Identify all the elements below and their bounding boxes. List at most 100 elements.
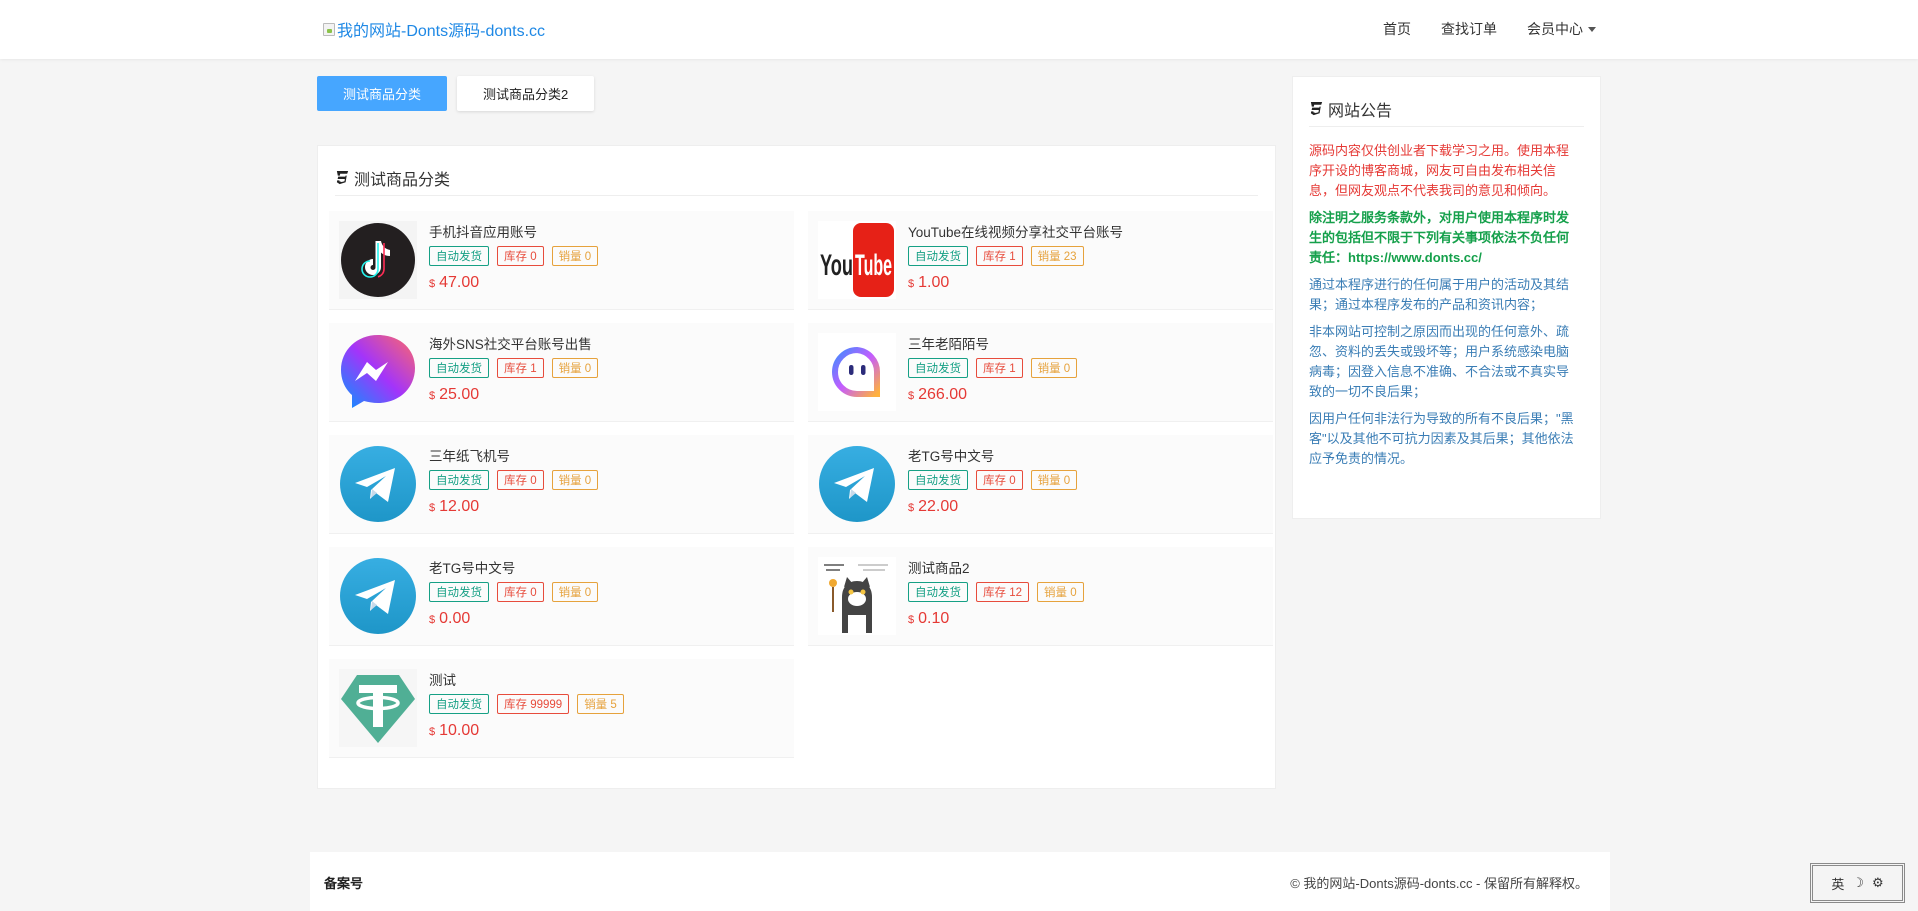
- currency-symbol: $: [429, 390, 436, 402]
- product-card[interactable]: 三年老陌陌号 自动发货 库存 1 销量 0 $266.00: [808, 323, 1273, 422]
- sales-badge: 销量 0: [1037, 582, 1084, 602]
- product-price: $1.00: [908, 274, 1123, 292]
- stock-badge: 库存 0: [497, 246, 544, 266]
- product-price: $266.00: [908, 386, 1077, 404]
- copyright-text: © 我的网站-Donts源码-donts.cc - 保留所有解释权。: [1290, 876, 1588, 891]
- broken-logo-image-icon: [323, 22, 335, 36]
- product-card[interactable]: 三年纸飞机号 自动发货 库存 0 销量 0 $12.00: [329, 435, 794, 534]
- icp-record-link[interactable]: 备案号: [324, 873, 363, 892]
- settings-icon[interactable]: ⚙: [1872, 875, 1884, 891]
- momo-icon: [818, 333, 896, 411]
- product-badges: 自动发货 库存 0 销量 0: [908, 470, 1078, 490]
- svg-text:You: You: [820, 249, 853, 282]
- telegram-icon: [340, 446, 416, 522]
- price-value: 25.00: [439, 386, 480, 403]
- product-card[interactable]: 老TG号中文号 自动发货 库存 0 销量 0 $0.00: [329, 547, 794, 646]
- language-toolbar[interactable]: 英 ☽ ⚙: [1810, 863, 1905, 903]
- notice-paragraph: 因用户任何非法行为导致的所有不良后果；"黑客"以及其他不可抗力因素及其后果；其他…: [1309, 411, 1574, 466]
- product-info: 手机抖音应用账号 自动发货 库存 0 销量 0 $47.00: [429, 224, 599, 309]
- auto-delivery-badge: 自动发货: [908, 246, 968, 266]
- product-card[interactable]: You Tube YouTube在线视频分享社交平台账号 自动发货 库存 1 销…: [808, 211, 1273, 310]
- caret-down-icon: [1588, 26, 1596, 32]
- product-badges: 自动发货 库存 0 销量 0: [429, 582, 599, 602]
- price-value: 0.10: [918, 610, 950, 627]
- nav-find-order[interactable]: 查找订单: [1441, 19, 1497, 39]
- product-name: 老TG号中文号: [429, 561, 516, 576]
- product-price: $0.10: [908, 610, 1084, 628]
- css3-icon: [1310, 101, 1323, 116]
- site-brand-link[interactable]: 我的网站-Donts源码-donts.cc: [323, 17, 545, 41]
- product-price: $25.00: [429, 386, 598, 404]
- stock-badge: 库存 0: [976, 470, 1023, 490]
- panel-header: 测试商品分类: [335, 160, 1258, 196]
- top-navbar: 我的网站-Donts源码-donts.cc 首页 查找订单 会员中心: [0, 0, 1918, 59]
- auto-delivery-badge: 自动发货: [908, 358, 968, 378]
- product-card[interactable]: 手机抖音应用账号 自动发货 库存 0 销量 0 $47.00: [329, 211, 794, 310]
- currency-symbol: $: [908, 502, 915, 514]
- product-price: $0.00: [429, 610, 598, 628]
- product-name: 测试商品2: [908, 561, 970, 576]
- price-value: 0.00: [439, 610, 471, 627]
- stock-badge: 库存 0: [497, 582, 544, 602]
- sales-badge: 销量 0: [551, 358, 599, 378]
- telegram-icon: [340, 558, 416, 634]
- auto-delivery-badge: 自动发货: [429, 246, 489, 266]
- auto-delivery-badge: 自动发货: [429, 582, 489, 602]
- notice-paragraph: 通过本程序进行的任何属于用户的活动及其结果；通过本程序发布的产品和资讯内容；: [1309, 277, 1570, 312]
- notice-paragraph: 源码内容仅供创业者下载学习之用。使用本程序开设的博客商城，网友可自由发布相关信息…: [1309, 143, 1570, 198]
- product-badges: 自动发货 库存 0 销量 0: [429, 246, 599, 266]
- product-badges: 自动发货 库存 12 销量 0: [908, 582, 1084, 602]
- product-info: 老TG号中文号 自动发货 库存 0 销量 0 $0.00: [429, 560, 599, 645]
- svg-text:Tube: Tube: [855, 249, 892, 282]
- product-info: 测试 自动发货 库存 99999 销量 5 $10.00: [429, 672, 624, 757]
- product-name: 海外SNS社交平台账号出售: [429, 337, 592, 352]
- product-card[interactable]: 老TG号中文号 自动发货 库存 0 销量 0 $22.00: [808, 435, 1273, 534]
- footer: 备案号 © 我的网站-Donts源码-donts.cc - 保留所有解释权。: [310, 852, 1610, 911]
- nav-member-center[interactable]: 会员中心: [1527, 19, 1596, 39]
- product-badges: 自动发货 库存 1 销量 23: [908, 246, 1123, 266]
- moon-icon[interactable]: ☽: [1852, 875, 1864, 891]
- stock-badge: 库存 0: [497, 470, 544, 490]
- auto-delivery-badge: 自动发货: [908, 470, 968, 490]
- product-badges: 自动发货 库存 1 销量 0: [429, 358, 599, 378]
- tiktok-icon: [339, 221, 417, 299]
- price-value: 47.00: [439, 274, 480, 291]
- language-toggle[interactable]: 英: [1831, 874, 1844, 893]
- product-price: $22.00: [908, 498, 1077, 516]
- youtube-icon: You Tube: [818, 221, 896, 299]
- tab-category-1[interactable]: 测试商品分类: [317, 76, 448, 111]
- messenger-icon: [341, 335, 415, 408]
- product-card[interactable]: 测试商品2 自动发货 库存 12 销量 0 $0.10: [808, 547, 1273, 646]
- product-card[interactable]: 海外SNS社交平台账号出售 自动发货 库存 1 销量 0 $25.00: [329, 323, 794, 422]
- product-name: YouTube在线视频分享社交平台账号: [908, 225, 1124, 240]
- product-info: 三年纸飞机号 自动发货 库存 0 销量 0 $12.00: [429, 448, 599, 533]
- notice-header: 网站公告: [1309, 91, 1584, 127]
- product-badges: 自动发货 库存 1 销量 0: [908, 358, 1078, 378]
- notice-body: 源码内容仅供创业者下载学习之用。使用本程序开设的博客商城，网友可自由发布相关信息…: [1309, 141, 1580, 476]
- currency-symbol: $: [429, 614, 436, 626]
- product-name: 三年纸飞机号: [429, 449, 510, 464]
- sales-badge: 销量 0: [551, 246, 599, 266]
- price-value: 22.00: [918, 498, 959, 515]
- notice-paragraph: 非本网站可控制之原因而出现的任何意外、疏忽、资料的丢失或毁坏等；用户系统感染电脑…: [1309, 324, 1570, 399]
- sales-badge: 销量 0: [1030, 470, 1078, 490]
- currency-symbol: $: [908, 614, 915, 626]
- product-name: 三年老陌陌号: [908, 337, 989, 352]
- product-name: 手机抖音应用账号: [429, 225, 537, 240]
- auto-delivery-badge: 自动发货: [429, 358, 489, 378]
- telegram-icon: [819, 446, 895, 522]
- stock-badge: 库存 1: [497, 358, 544, 378]
- panel-title: 测试商品分类: [354, 171, 451, 189]
- currency-symbol: $: [429, 726, 436, 738]
- stock-badge: 库存 1: [976, 358, 1023, 378]
- product-info: YouTube在线视频分享社交平台账号 自动发货 库存 1 销量 23 $1.0…: [908, 224, 1123, 309]
- auto-delivery-badge: 自动发货: [908, 582, 968, 602]
- stock-badge: 库存 99999: [497, 694, 570, 714]
- sales-badge: 销量 23: [1030, 246, 1084, 266]
- product-info: 老TG号中文号 自动发货 库存 0 销量 0 $22.00: [908, 448, 1078, 533]
- tab-category-2[interactable]: 测试商品分类2: [457, 76, 595, 111]
- nav-member-center-label: 会员中心: [1527, 21, 1583, 37]
- nav-home[interactable]: 首页: [1383, 19, 1411, 39]
- product-info: 测试商品2 自动发货 库存 12 销量 0 $0.10: [908, 560, 1084, 645]
- product-card[interactable]: 测试 自动发货 库存 99999 销量 5 $10.00: [329, 659, 794, 758]
